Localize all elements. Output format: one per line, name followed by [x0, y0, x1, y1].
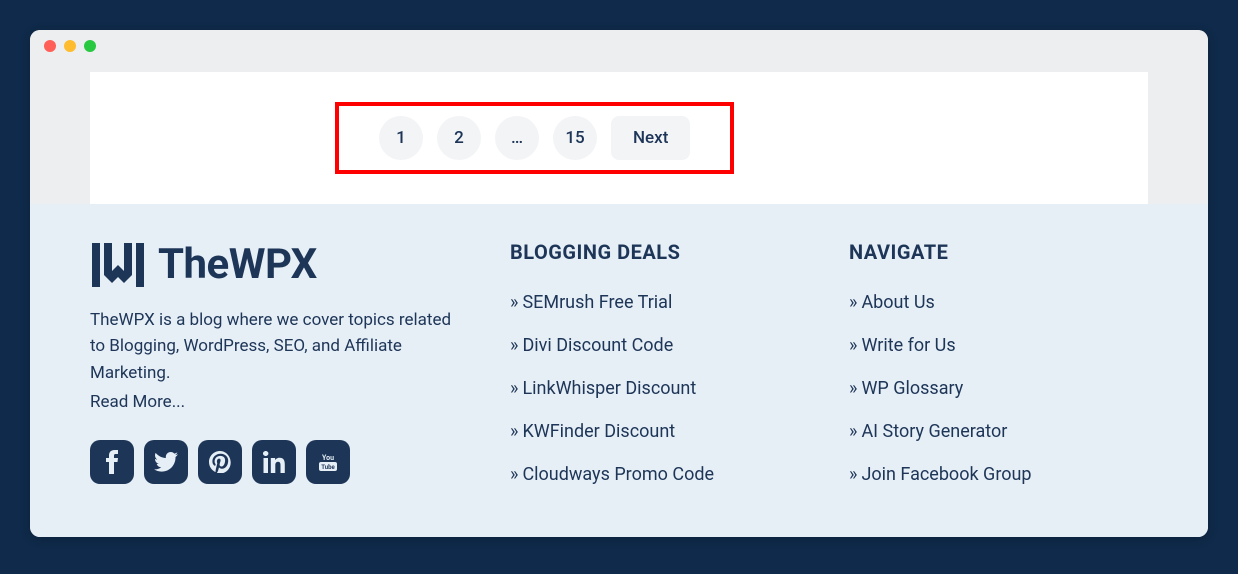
footer-navigate-column: NAVIGATE »About Us »Write for Us »WP Glo…	[849, 240, 1148, 507]
deals-link-4[interactable]: »Cloudways Promo Code	[510, 464, 809, 485]
deals-link-4-label: Cloudways Promo Code	[522, 464, 714, 485]
footer: TheWPX TheWPX is a blog where we cover t…	[30, 204, 1208, 537]
svg-text:Tube: Tube	[321, 464, 335, 471]
facebook-icon	[105, 450, 119, 474]
deals-link-2[interactable]: »LinkWhisper Discount	[510, 378, 809, 399]
nav-link-0[interactable]: »About Us	[849, 292, 1148, 313]
window-title-bar	[30, 30, 1208, 62]
brand-description: TheWPX is a blog where we cover topics r…	[90, 307, 470, 386]
nav-link-2-label: WP Glossary	[861, 378, 963, 399]
page-15-button[interactable]: 15	[553, 116, 597, 160]
deals-heading: BLOGGING DEALS	[510, 240, 809, 264]
pagination-container: 1 2 … 15 Next	[90, 72, 1148, 204]
deals-link-1-label: Divi Discount Code	[522, 335, 673, 356]
brand-mark-icon	[90, 241, 146, 289]
linkedin-link[interactable]	[252, 440, 296, 484]
window-minimize-button[interactable]	[64, 40, 76, 52]
pinterest-icon	[209, 451, 231, 473]
facebook-link[interactable]	[90, 440, 134, 484]
navigate-heading: NAVIGATE	[849, 240, 1148, 264]
nav-link-4[interactable]: »Join Facebook Group	[849, 464, 1148, 485]
deals-link-2-label: LinkWhisper Discount	[522, 378, 696, 399]
nav-link-3-label: AI Story Generator	[861, 421, 1007, 442]
deals-link-3-label: KWFinder Discount	[522, 421, 675, 442]
youtube-link[interactable]: You Tube	[306, 440, 350, 484]
twitter-icon	[154, 452, 178, 472]
browser-window: 1 2 … 15 Next TheWPX TheWPX is a blog wh…	[30, 30, 1208, 537]
nav-link-2[interactable]: »WP Glossary	[849, 378, 1148, 399]
svg-text:You: You	[322, 454, 334, 462]
page-1-button[interactable]: 1	[379, 116, 423, 160]
window-maximize-button[interactable]	[84, 40, 96, 52]
read-more-link[interactable]: Read More...	[90, 392, 185, 412]
brand-name: TheWPX	[158, 240, 317, 289]
deals-link-0-label: SEMrush Free Trial	[522, 292, 672, 313]
deals-link-1[interactable]: »Divi Discount Code	[510, 335, 809, 356]
youtube-icon: You Tube	[315, 452, 341, 472]
social-links: You Tube	[90, 440, 470, 484]
page-ellipsis: …	[495, 116, 539, 160]
footer-deals-column: BLOGGING DEALS »SEMrush Free Trial »Divi…	[510, 240, 809, 507]
page-next-button[interactable]: Next	[611, 116, 690, 160]
nav-link-0-label: About Us	[861, 292, 934, 313]
twitter-link[interactable]	[144, 440, 188, 484]
page-2-button[interactable]: 2	[437, 116, 481, 160]
pinterest-link[interactable]	[198, 440, 242, 484]
nav-link-1-label: Write for Us	[861, 335, 955, 356]
nav-link-4-label: Join Facebook Group	[861, 464, 1031, 485]
brand-logo[interactable]: TheWPX	[90, 240, 470, 289]
pagination-highlight-box: 1 2 … 15 Next	[335, 102, 734, 174]
deals-link-3[interactable]: »KWFinder Discount	[510, 421, 809, 442]
nav-link-1[interactable]: »Write for Us	[849, 335, 1148, 356]
content-area: 1 2 … 15 Next	[30, 62, 1208, 204]
nav-link-3[interactable]: »AI Story Generator	[849, 421, 1148, 442]
window-close-button[interactable]	[44, 40, 56, 52]
footer-about-column: TheWPX TheWPX is a blog where we cover t…	[90, 240, 470, 507]
linkedin-icon	[263, 451, 285, 473]
deals-link-0[interactable]: »SEMrush Free Trial	[510, 292, 809, 313]
